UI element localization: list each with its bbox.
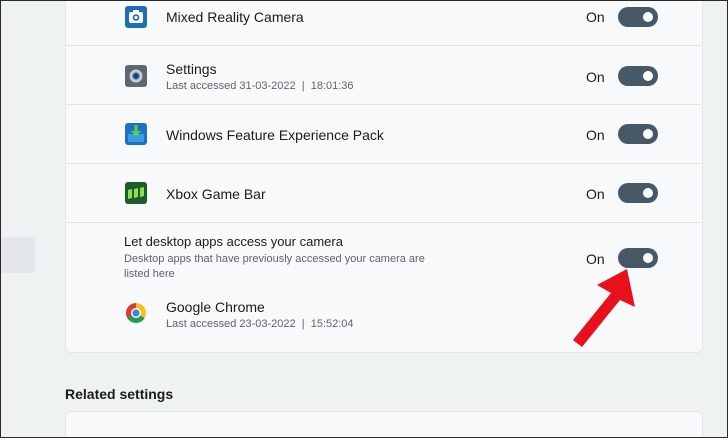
row-divider: [65, 222, 701, 223]
toggle-knob: [643, 71, 653, 81]
settings-gear-icon: [124, 64, 148, 88]
toggle-state-label: On: [586, 186, 605, 202]
settings-app-toggle[interactable]: [618, 66, 658, 86]
toggle-knob: [643, 188, 653, 198]
related-settings-heading: Related settings: [65, 386, 174, 402]
app-title: Google Chrome: [166, 299, 265, 315]
windows-feature-experience-pack-toggle[interactable]: [618, 124, 658, 144]
download-package-icon: [124, 122, 148, 146]
mixed-reality-camera-toggle[interactable]: [618, 7, 658, 27]
last-accessed-text: Last accessed 31-03-2022 | 18:01:36: [166, 80, 354, 92]
row-divider: [65, 104, 701, 105]
desktop-apps-description-line1: Desktop apps that have previously access…: [124, 253, 425, 265]
row-divider: [65, 163, 701, 164]
toggle-knob: [643, 253, 653, 263]
row-divider: [65, 45, 701, 46]
chrome-icon: [124, 301, 148, 325]
related-settings-card[interactable]: [65, 411, 703, 437]
desktop-apps-description-line2: listed here: [124, 268, 175, 280]
xbox-game-bar-icon: [124, 181, 148, 205]
nav-selected-indicator[interactable]: [1, 237, 35, 273]
toggle-state-label: On: [586, 9, 605, 25]
toggle-state-label: On: [586, 69, 605, 85]
toggle-state-label: On: [586, 127, 605, 143]
desktop-apps-access-title: Let desktop apps access your camera: [124, 234, 343, 249]
app-title: Mixed Reality Camera: [166, 9, 304, 25]
settings-window: Mixed Reality Camera On Settings Last ac…: [0, 0, 728, 438]
app-title: Windows Feature Experience Pack: [166, 127, 384, 143]
camera-icon: [124, 5, 148, 29]
app-title: Xbox Game Bar: [166, 186, 266, 202]
toggle-knob: [643, 129, 653, 139]
last-accessed-text: Last accessed 23-03-2022 | 15:52:04: [166, 318, 354, 330]
red-arrow-annotation: [573, 269, 635, 347]
toggle-knob: [643, 12, 653, 22]
app-title: Settings: [166, 61, 217, 77]
xbox-game-bar-toggle[interactable]: [618, 183, 658, 203]
